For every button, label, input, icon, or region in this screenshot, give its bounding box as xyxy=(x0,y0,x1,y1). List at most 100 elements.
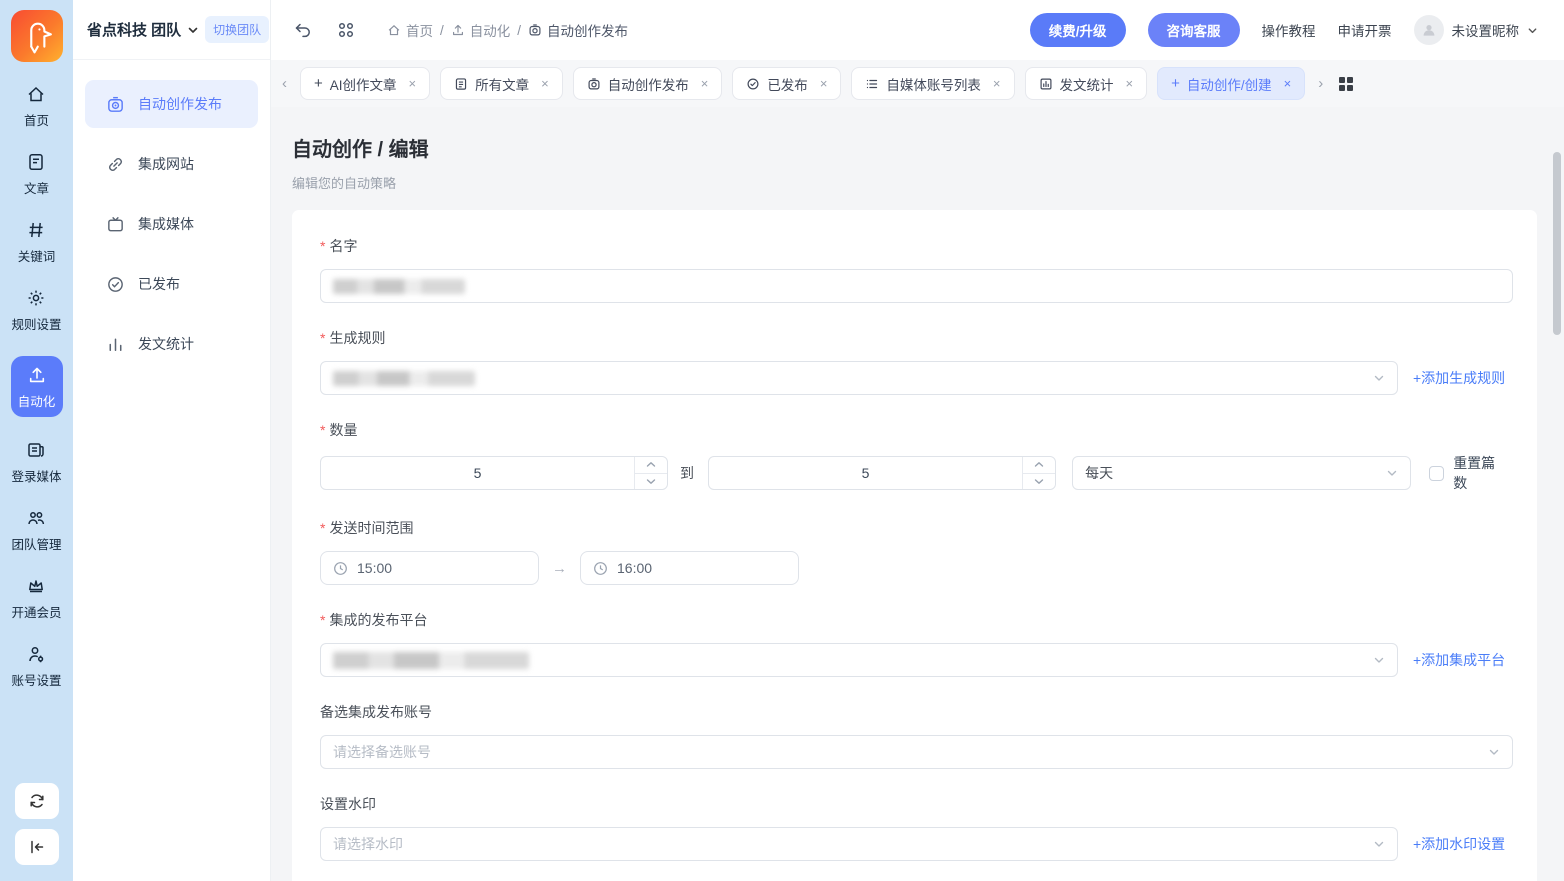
collapse-left-icon xyxy=(28,838,46,856)
sidebar-item-articles[interactable]: 文章 xyxy=(24,152,49,197)
sidebar-item-login-media[interactable]: 登录媒体 xyxy=(11,440,61,485)
page-title: 自动创作 / 编辑 xyxy=(292,133,1537,162)
required-mark: * xyxy=(320,330,325,346)
name-input[interactable] xyxy=(320,269,1513,303)
tab-overview-icon[interactable] xyxy=(1338,76,1354,92)
renew-upgrade-button[interactable]: 续费/升级 xyxy=(1030,13,1126,47)
team-name[interactable]: 省点科技 团队 xyxy=(87,19,181,40)
close-icon[interactable]: × xyxy=(1284,76,1292,91)
subnav-auto-create-publish[interactable]: 自动创作发布 xyxy=(85,80,258,128)
subnav-integrated-sites[interactable]: 集成网站 xyxy=(85,140,258,188)
breadcrumb-automation[interactable]: 自动化 xyxy=(451,20,511,40)
reset-count-checkbox[interactable]: 重置篇数 xyxy=(1429,453,1509,493)
team-header: 省点科技 团队 切换团队 xyxy=(73,0,270,60)
chevron-down-icon xyxy=(1527,25,1538,36)
checkbox-label: 重置篇数 xyxy=(1453,453,1509,493)
decrement-button[interactable] xyxy=(1023,473,1055,490)
increment-button[interactable] xyxy=(1023,457,1055,473)
tab-label: 所有文章 xyxy=(475,74,529,94)
time-start-picker[interactable]: 15:00 xyxy=(320,551,539,585)
collapse-sidebar-button[interactable] xyxy=(15,829,59,865)
app-logo[interactable] xyxy=(11,10,63,62)
add-rule-link[interactable]: +添加生成规则 xyxy=(1413,368,1505,388)
team-icon xyxy=(26,508,46,528)
sidebar-item-rules[interactable]: 规则设置 xyxy=(11,288,61,333)
field-label: 备选集成发布账号 xyxy=(320,702,432,722)
subnav-published[interactable]: 已发布 xyxy=(85,260,258,308)
required-mark: * xyxy=(320,612,325,628)
sidebar-item-home[interactable]: 首页 xyxy=(24,84,49,129)
backup-accounts-select[interactable]: 请选择备选账号 xyxy=(320,735,1513,769)
user-menu[interactable]: 未设置昵称 xyxy=(1414,15,1539,45)
subnav-label: 自动创作发布 xyxy=(138,94,222,114)
breadcrumb-current[interactable]: 自动创作发布 xyxy=(528,20,628,40)
secondary-sidebar: 省点科技 团队 切换团队 自动创作发布 集成网站 集成媒体 已发布 发文统计 xyxy=(73,0,271,881)
decrement-button[interactable] xyxy=(635,473,667,490)
field-name: *名字 xyxy=(320,236,1509,303)
tutorial-link[interactable]: 操作教程 xyxy=(1262,20,1316,40)
sidebar-item-account[interactable]: 账号设置 xyxy=(11,644,61,689)
close-icon[interactable]: × xyxy=(820,76,828,91)
form-card: *名字 *生成规则 +添加生成规则 *数量 xyxy=(292,210,1537,881)
clock-icon xyxy=(593,561,608,576)
hash-icon xyxy=(26,220,46,240)
period-value: 每天 xyxy=(1085,463,1113,483)
link-icon xyxy=(106,155,125,174)
close-icon[interactable]: × xyxy=(1126,76,1134,91)
check-circle-icon xyxy=(106,275,125,294)
tab-auto-create-publish[interactable]: 自动创作发布 × xyxy=(573,67,723,100)
sidebar-item-automation[interactable]: 自动化 xyxy=(11,356,63,417)
contact-support-button[interactable]: 咨询客服 xyxy=(1148,13,1240,47)
sidebar-item-membership[interactable]: 开通会员 xyxy=(11,576,61,621)
tab-label: 自媒体账号列表 xyxy=(886,74,981,94)
close-icon[interactable]: × xyxy=(701,76,709,91)
quantity-to-input[interactable] xyxy=(709,457,1055,489)
scrollbar-thumb[interactable] xyxy=(1553,152,1561,335)
close-icon[interactable]: × xyxy=(409,76,417,91)
rail-bottom xyxy=(15,783,59,865)
auto-publish-icon xyxy=(528,23,542,37)
watermark-select[interactable]: 请选择水印 xyxy=(320,827,1398,861)
tab-published[interactable]: 已发布 × xyxy=(732,67,841,100)
sidebar-item-label: 自动化 xyxy=(18,391,56,410)
chart-square-icon xyxy=(1039,77,1053,91)
subnav-integrated-media[interactable]: 集成媒体 xyxy=(85,200,258,248)
bar-chart-icon xyxy=(106,335,125,354)
tab-media-account-list[interactable]: 自媒体账号列表 × xyxy=(851,67,1014,100)
tab-post-stats[interactable]: 发文统计 × xyxy=(1025,67,1148,100)
platform-select[interactable] xyxy=(320,643,1398,677)
close-icon[interactable]: × xyxy=(541,76,549,91)
tab-all-articles[interactable]: 所有文章 × xyxy=(440,67,563,100)
close-icon[interactable]: × xyxy=(993,76,1001,91)
refresh-button[interactable] xyxy=(15,783,59,819)
tab-scroll-left[interactable]: ‹ xyxy=(279,75,290,92)
period-select[interactable]: 每天 xyxy=(1072,456,1411,490)
sidebar-item-team[interactable]: 团队管理 xyxy=(11,508,61,553)
plus-icon: + xyxy=(1171,75,1180,92)
undo-icon[interactable] xyxy=(293,21,311,39)
field-label: 设置水印 xyxy=(320,794,376,814)
tab-auto-create-new[interactable]: + 自动创作/创建 × xyxy=(1157,67,1305,100)
page-content: 自动创作 / 编辑 编辑您的自动策略 *名字 *生成规则 +添加生成规则 xyxy=(271,107,1564,881)
time-end-picker[interactable]: 16:00 xyxy=(580,551,799,585)
field-generation-rule: *生成规则 +添加生成规则 xyxy=(320,328,1509,395)
add-watermark-link[interactable]: +添加水印设置 xyxy=(1413,834,1505,854)
add-platform-link[interactable]: +添加集成平台 xyxy=(1413,650,1505,670)
list-icon xyxy=(865,77,879,91)
invoice-link[interactable]: 申请开票 xyxy=(1338,20,1392,40)
rule-select[interactable] xyxy=(320,361,1398,395)
sidebar-item-keywords[interactable]: 关键词 xyxy=(18,220,56,265)
apps-grid-icon[interactable] xyxy=(337,21,355,39)
subnav-post-stats[interactable]: 发文统计 xyxy=(85,320,258,368)
sidebar-item-label: 登录媒体 xyxy=(11,466,61,485)
tab-ai-create-article[interactable]: + AI创作文章 × xyxy=(300,67,430,100)
sidebar-item-label: 首页 xyxy=(24,110,49,129)
tab-scroll-right[interactable]: › xyxy=(1315,75,1326,92)
increment-button[interactable] xyxy=(635,457,667,473)
header-actions: 续费/升级 咨询客服 操作教程 申请开票 未设置昵称 xyxy=(1030,13,1538,47)
switch-team-button[interactable]: 切换团队 xyxy=(205,16,269,43)
chevron-down-icon[interactable] xyxy=(187,24,199,36)
breadcrumb-home[interactable]: 首页 xyxy=(387,20,433,40)
subnav-label: 发文统计 xyxy=(138,334,194,354)
quantity-from-input[interactable] xyxy=(321,457,667,489)
